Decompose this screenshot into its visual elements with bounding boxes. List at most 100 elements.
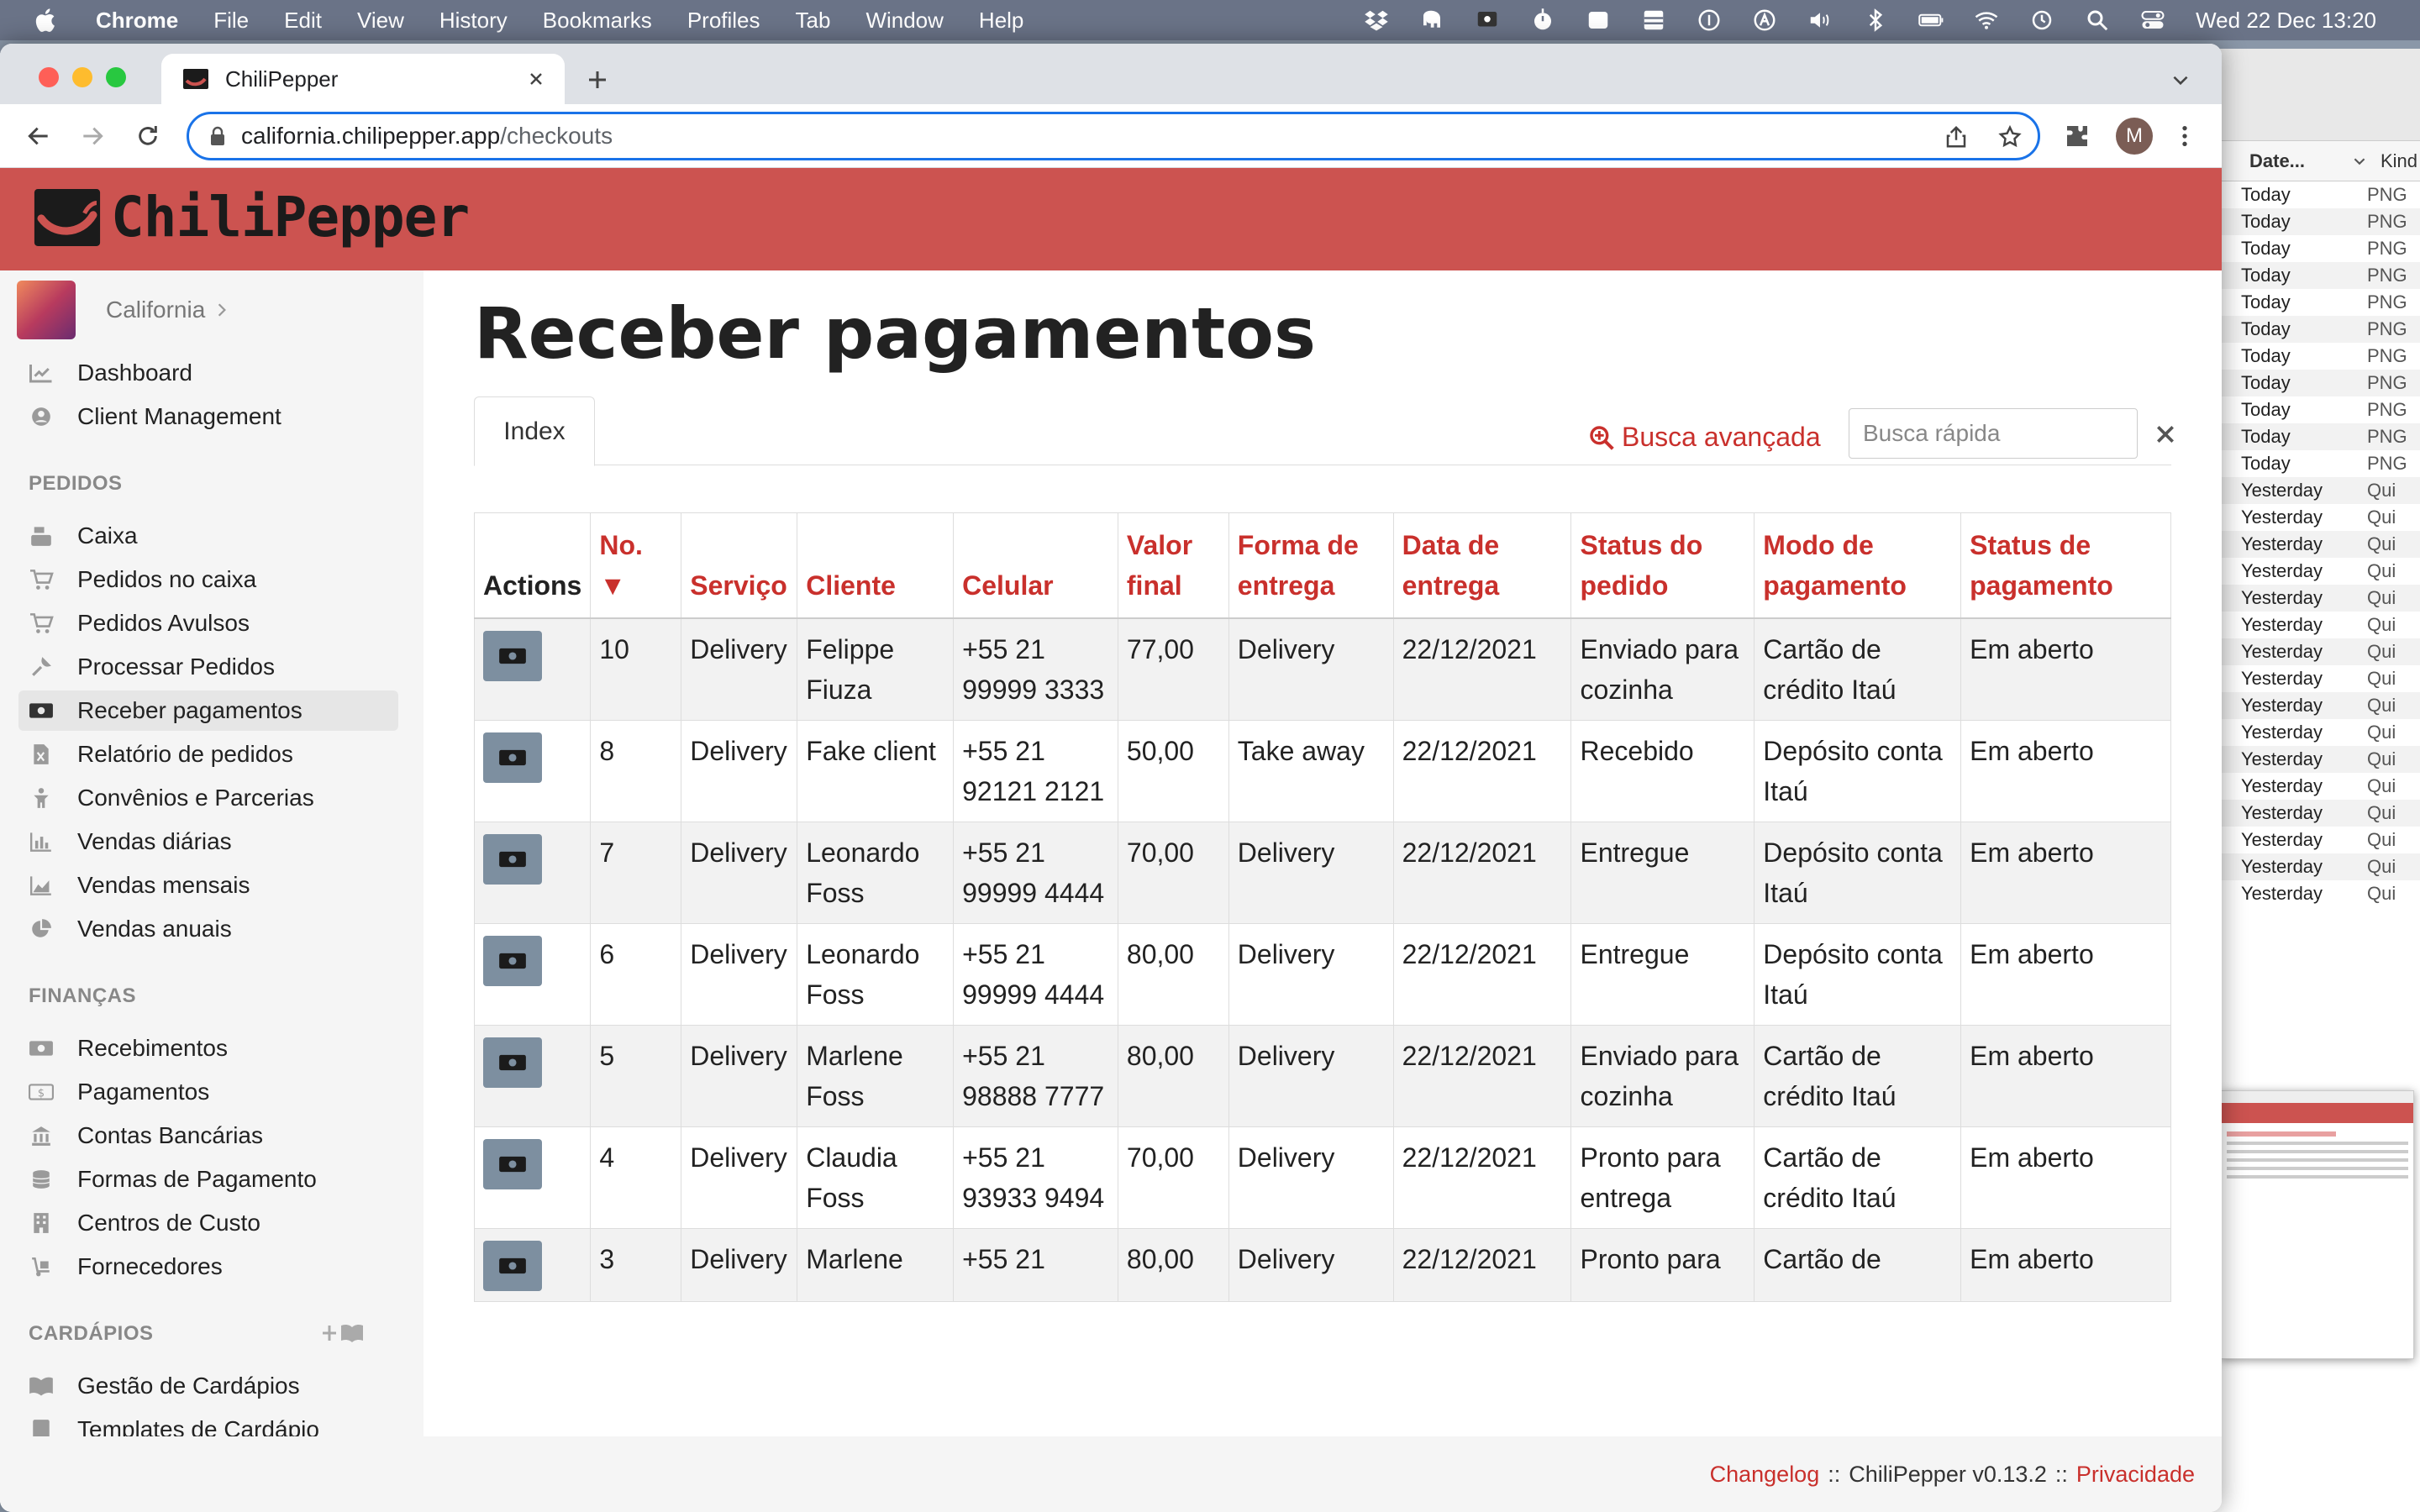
menu-file[interactable]: File	[213, 8, 249, 34]
sidebar-item-vendas-diarias[interactable]: Vendas diárias	[29, 822, 398, 862]
menu-window[interactable]: Window	[865, 8, 943, 34]
reload-icon[interactable]	[134, 123, 161, 150]
finder-row[interactable]: Today PNG	[2202, 235, 2420, 262]
tab-search-chevron-icon[interactable]	[2170, 69, 2191, 91]
profile-avatar[interactable]: M	[2116, 118, 2153, 155]
menu-view[interactable]: View	[357, 8, 404, 34]
finder-row[interactable]: Yesterday Qui	[2202, 558, 2420, 585]
dropbox-icon[interactable]	[1364, 8, 1389, 33]
finder-row[interactable]: Today PNG	[2202, 262, 2420, 289]
tab-index[interactable]: Index	[474, 396, 595, 466]
apple-icon[interactable]	[32, 6, 60, 34]
column-header-valor-final[interactable]: Valor final	[1117, 512, 1229, 619]
extensions-puzzle-icon[interactable]	[2064, 123, 2091, 150]
zoom-window-button[interactable]	[106, 67, 126, 87]
finder-row[interactable]: Yesterday Qui	[2202, 665, 2420, 692]
column-header-forma-entrega[interactable]: Forma de entrega	[1228, 512, 1394, 619]
sidebar-item-fornecedores[interactable]: Fornecedores	[29, 1247, 398, 1287]
receive-payment-button[interactable]	[483, 1241, 542, 1291]
finder-row[interactable]: Yesterday Qui	[2202, 773, 2420, 800]
finder-row[interactable]: Yesterday Qui	[2202, 853, 2420, 880]
sidebar-item-caixa[interactable]: Caixa	[29, 516, 398, 556]
finder-row[interactable]: Today PNG	[2202, 289, 2420, 316]
sidebar-item-dashboard[interactable]: Dashboard	[29, 353, 398, 393]
receive-payment-button[interactable]	[483, 1139, 542, 1189]
receive-payment-button[interactable]	[483, 732, 542, 783]
changelog-link[interactable]: Changelog	[1710, 1462, 1820, 1488]
address-bar[interactable]: california.chilipepper.app/checkouts	[187, 112, 2040, 160]
archive-icon[interactable]	[1641, 8, 1666, 33]
sidebar-item-recebimentos[interactable]: Recebimentos	[29, 1028, 398, 1068]
menu-bookmarks[interactable]: Bookmarks	[543, 8, 652, 34]
window-icon[interactable]	[1586, 8, 1611, 33]
finder-row[interactable]: Yesterday Qui	[2202, 612, 2420, 638]
sidebar-item-processar-pedidos[interactable]: Processar Pedidos	[29, 647, 398, 687]
sidebar-item-pedidos-no-caixa[interactable]: Pedidos no caixa	[29, 559, 398, 600]
column-header-celular[interactable]: Celular	[953, 512, 1118, 619]
sidebar-item-templates-cardapio[interactable]: Templates de Cardápio	[29, 1410, 398, 1438]
bluetooth-icon[interactable]	[1863, 8, 1888, 33]
add-menu-book-icon[interactable]	[323, 1322, 366, 1344]
a-circle-icon[interactable]	[1752, 8, 1777, 33]
info-circle-icon[interactable]	[1697, 8, 1722, 33]
wifi-icon[interactable]	[1974, 8, 1999, 33]
sidebar-item-convenios[interactable]: Convênios e Parcerias	[29, 778, 398, 818]
finder-row[interactable]: Today PNG	[2202, 450, 2420, 477]
finder-row[interactable]: Yesterday Qui	[2202, 746, 2420, 773]
finder-col-date[interactable]: Date...	[2249, 150, 2350, 172]
finder-row[interactable]: Yesterday Qui	[2202, 504, 2420, 531]
spotlight-search-icon[interactable]	[2085, 8, 2110, 33]
clear-search-icon[interactable]	[2154, 423, 2176, 445]
menubar-clock[interactable]: Wed 22 Dec 13:20	[2196, 8, 2376, 34]
tenant-switcher[interactable]: California	[17, 281, 227, 339]
menu-history[interactable]: History	[439, 8, 508, 34]
finder-row[interactable]: Today PNG	[2202, 181, 2420, 208]
new-tab-icon[interactable]	[585, 67, 610, 92]
close-tab-icon[interactable]	[526, 69, 546, 89]
privacy-link[interactable]: Privacidade	[2076, 1462, 2195, 1488]
finder-row[interactable]: Yesterday Qui	[2202, 585, 2420, 612]
browser-tab[interactable]: ChiliPepper	[161, 54, 565, 104]
sidebar-item-contas-bancarias[interactable]: Contas Bancárias	[29, 1116, 398, 1156]
menubar-app-name[interactable]: Chrome	[96, 8, 178, 34]
receive-payment-button[interactable]	[483, 1037, 542, 1088]
close-window-button[interactable]	[39, 67, 59, 87]
more-menu-icon[interactable]	[2171, 123, 2198, 150]
back-arrow-icon[interactable]	[25, 123, 52, 150]
sidebar-item-client-management[interactable]: Client Management	[29, 396, 398, 437]
receive-payment-button[interactable]	[483, 834, 542, 885]
timer-icon[interactable]	[1530, 8, 1555, 33]
finder-row[interactable]: Yesterday Qui	[2202, 827, 2420, 853]
advanced-search-link[interactable]: Busca avançada	[1588, 422, 1821, 453]
app-logo[interactable]: ChiliPepper	[32, 185, 470, 249]
finder-row[interactable]: Today PNG	[2202, 316, 2420, 343]
lock-icon[interactable]	[209, 126, 226, 146]
finder-col-kind[interactable]: Kind	[2381, 150, 2417, 172]
share-icon[interactable]	[1944, 124, 1969, 150]
column-header-servico[interactable]: Serviço	[681, 512, 798, 619]
finder-row[interactable]: Yesterday Qui	[2202, 719, 2420, 746]
finder-row[interactable]: Today PNG	[2202, 370, 2420, 396]
finder-row[interactable]: Yesterday Qui	[2202, 800, 2420, 827]
screen-record-icon[interactable]	[1475, 8, 1500, 33]
finder-row[interactable]: Yesterday Qui	[2202, 692, 2420, 719]
sidebar-item-relatorio-pedidos[interactable]: Relatório de pedidos	[29, 734, 398, 774]
column-header-no[interactable]: No. ▼	[590, 512, 682, 619]
menu-help[interactable]: Help	[979, 8, 1023, 34]
sidebar-item-gestao-cardapios[interactable]: Gestão de Cardápios	[29, 1366, 398, 1406]
column-header-status-pedido[interactable]: Status do pedido	[1570, 512, 1755, 619]
time-machine-icon[interactable]	[2029, 8, 2054, 33]
control-center-icon[interactable]	[2140, 8, 2165, 33]
receive-payment-button[interactable]	[483, 936, 542, 986]
sidebar-item-formas-pagamento[interactable]: Formas de Pagamento	[29, 1159, 398, 1200]
menu-profiles[interactable]: Profiles	[687, 8, 760, 34]
menu-tab[interactable]: Tab	[796, 8, 831, 34]
bookmark-star-icon[interactable]	[1997, 124, 2023, 150]
sidebar-item-centros-custo[interactable]: Centros de Custo	[29, 1203, 398, 1243]
finder-row[interactable]: Today PNG	[2202, 423, 2420, 450]
forward-arrow-icon[interactable]	[79, 123, 106, 150]
finder-row[interactable]: Today PNG	[2202, 208, 2420, 235]
finder-row[interactable]: Yesterday Qui	[2202, 638, 2420, 665]
finder-row[interactable]: Yesterday Qui	[2202, 880, 2420, 907]
minimize-window-button[interactable]	[72, 67, 92, 87]
